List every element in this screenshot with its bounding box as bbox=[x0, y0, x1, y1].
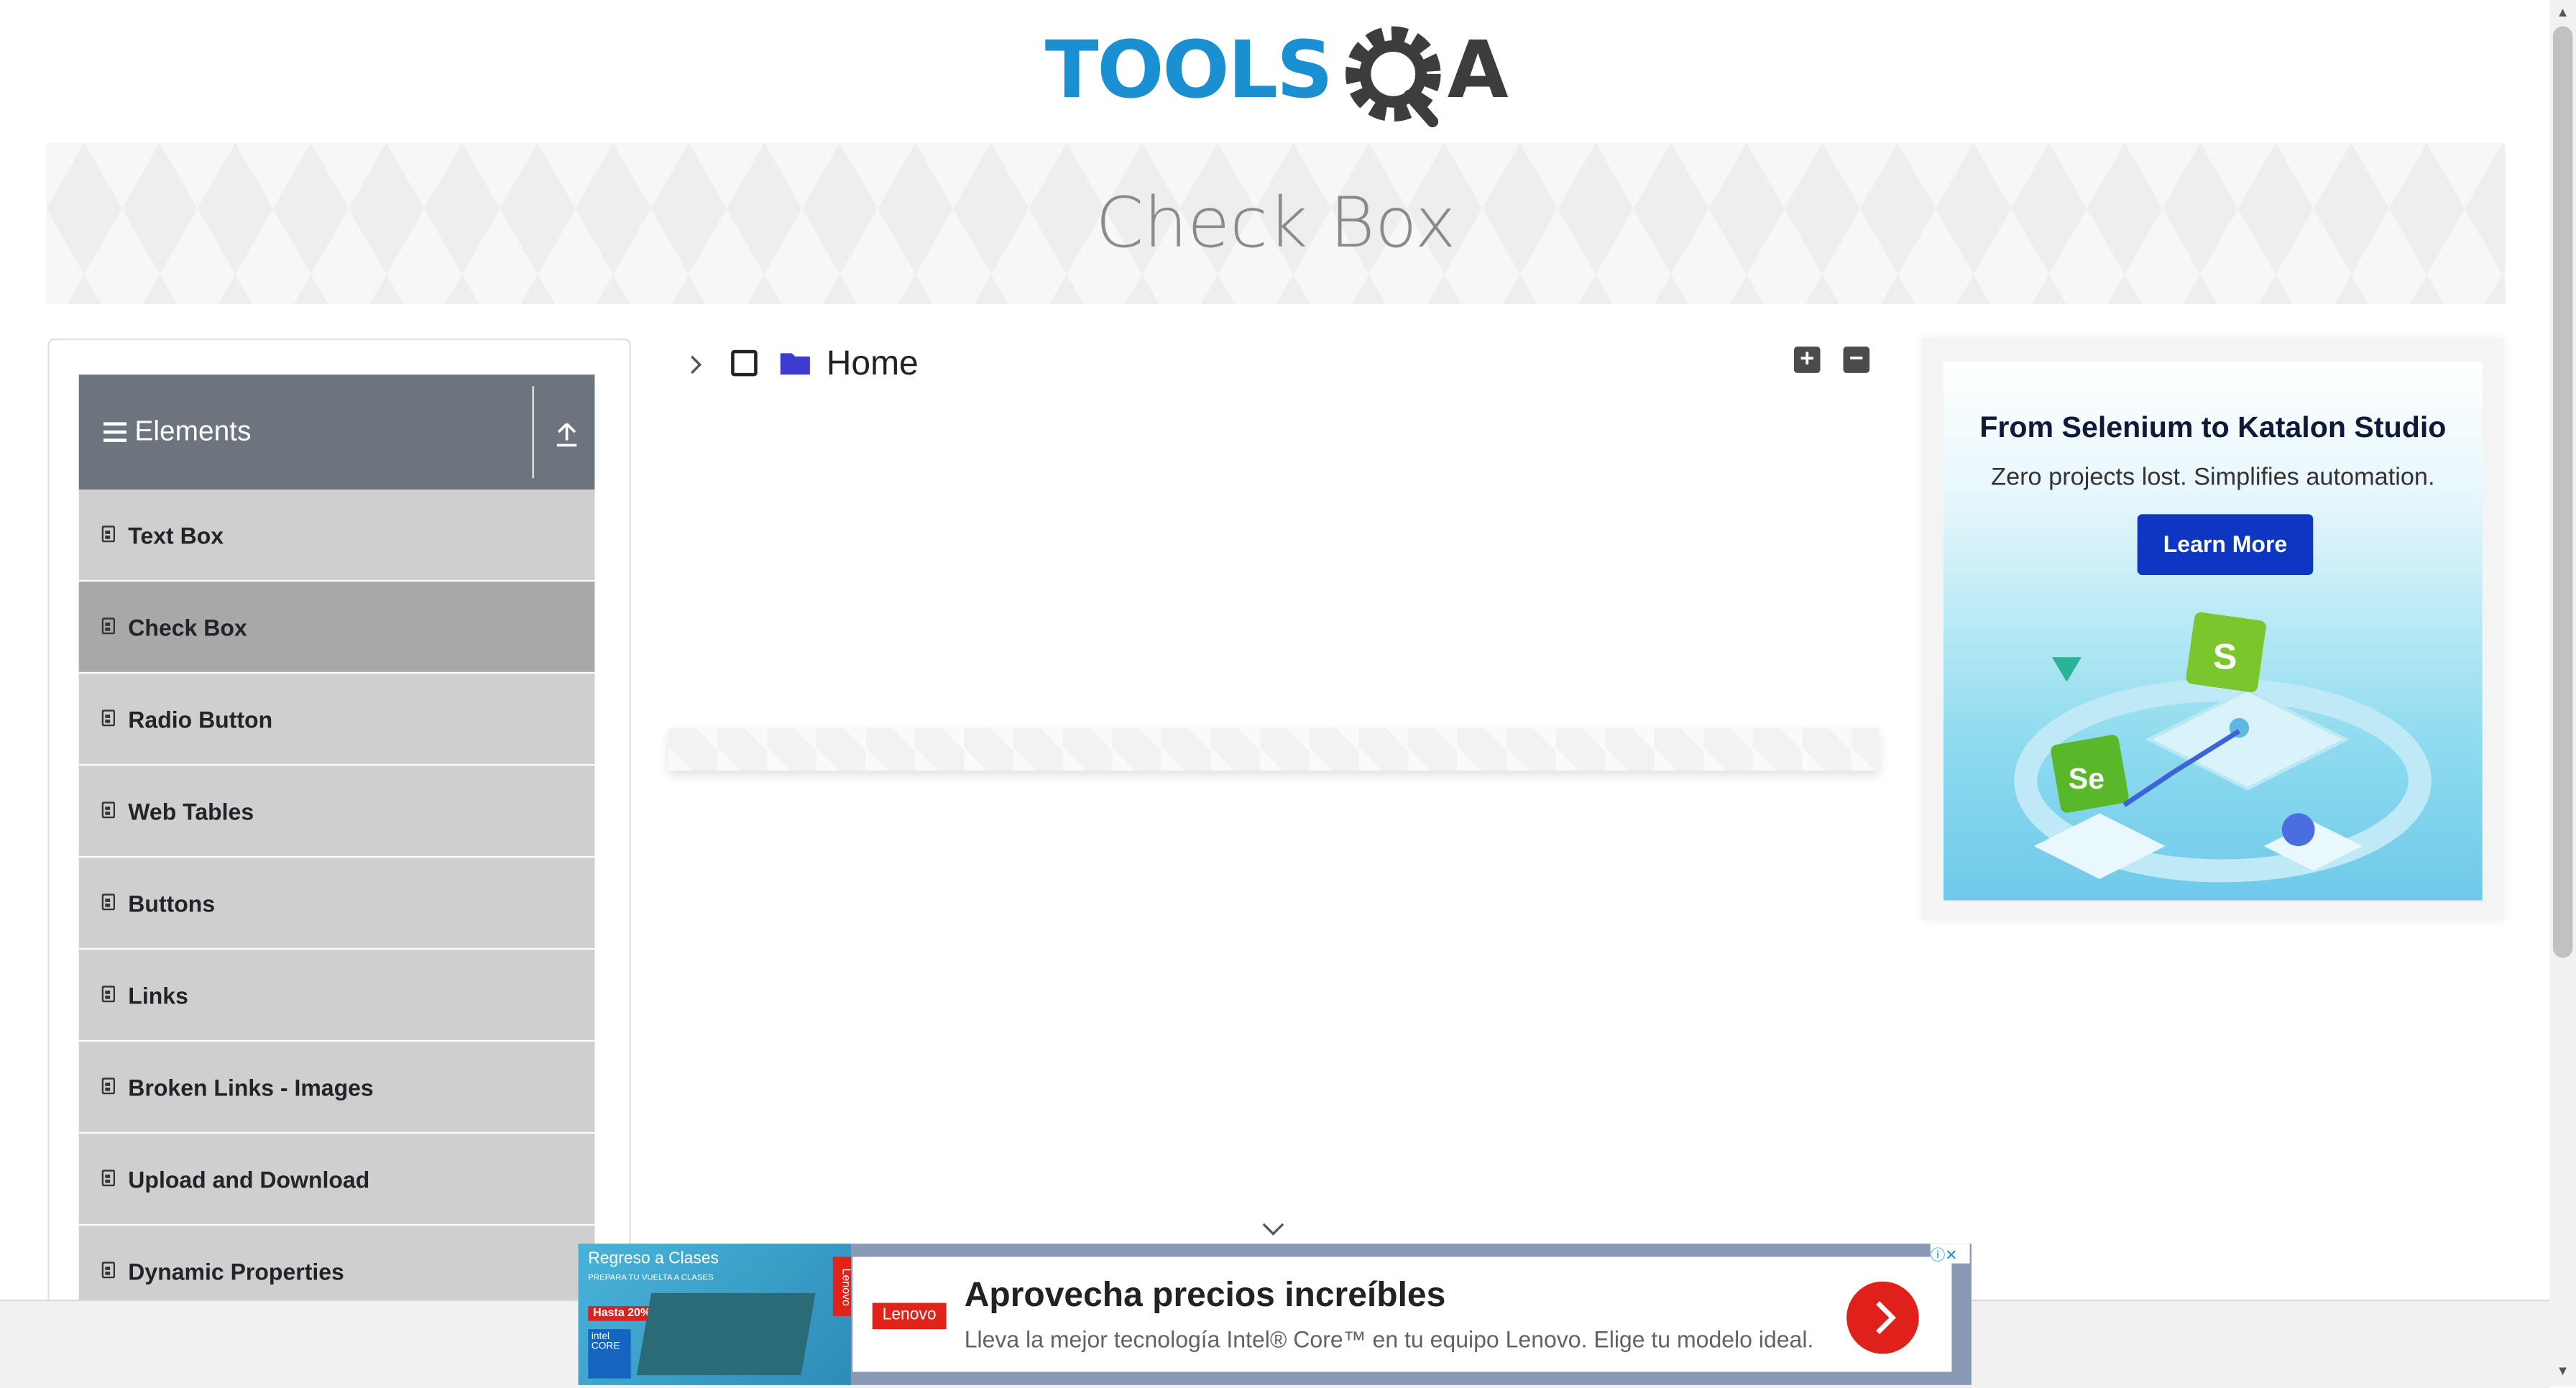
html-icon bbox=[101, 985, 115, 1003]
sidebar-item-web-tables[interactable]: Web Tables bbox=[78, 766, 595, 858]
learn-more-button[interactable]: Learn More bbox=[2137, 514, 2314, 575]
collapse-up-icon[interactable] bbox=[556, 420, 579, 447]
ad-illustration: S Se bbox=[2014, 612, 2432, 883]
sidebar-item-buttons[interactable]: Buttons bbox=[78, 858, 595, 950]
scroll-down-arrow-icon[interactable]: ▼ bbox=[2557, 1364, 2570, 1379]
sidebar-item-broken-links[interactable]: Broken Links - Images bbox=[78, 1042, 595, 1134]
html-icon bbox=[101, 1077, 115, 1095]
elements-group-header[interactable]: Elements bbox=[78, 374, 595, 490]
html-icon bbox=[101, 893, 115, 911]
promo-title: Regreso a Clases bbox=[588, 1250, 719, 1269]
sidebar-item-label: Dynamic Properties bbox=[128, 1258, 344, 1285]
expand-chevron-icon[interactable] bbox=[686, 353, 706, 376]
scrollbar-thumb[interactable] bbox=[2552, 26, 2573, 958]
html-icon bbox=[101, 617, 115, 635]
lenovo-side-tag: Lenovo bbox=[832, 1256, 851, 1316]
ad-main-panel: Lenovo Aprovecha precios increíbles Llev… bbox=[852, 1256, 1952, 1372]
sidebar-item-links[interactable]: Links bbox=[78, 950, 595, 1042]
logo-letter-a: A bbox=[1447, 24, 1509, 117]
side-ad: From Selenium to Katalon Studio Zero pro… bbox=[1922, 338, 2504, 920]
expand-all-button[interactable]: + bbox=[1793, 344, 1821, 373]
promo-subtitle: PREPARA TU VUELTA A CLASES bbox=[588, 1273, 714, 1284]
html-icon bbox=[101, 801, 115, 819]
side-ad-content[interactable]: From Selenium to Katalon Studio Zero pro… bbox=[1943, 361, 2483, 901]
ad-body: Lleva la mejor tecnología Intel® Core™ e… bbox=[964, 1325, 1814, 1353]
ad-info-close-icon[interactable]: ⓘ✕ bbox=[1930, 1244, 1970, 1264]
hamburger-icon bbox=[103, 422, 126, 442]
sidebar-item-radio-button[interactable]: Radio Button bbox=[78, 674, 595, 766]
sidebar-item-check-box[interactable]: Check Box bbox=[78, 582, 595, 674]
svg-text:Se: Se bbox=[2069, 762, 2104, 795]
ad-headline: Aprovecha precios increíbles bbox=[964, 1276, 1446, 1315]
intel-core-badge: intel CORE bbox=[588, 1329, 631, 1379]
gear-icon bbox=[1345, 26, 1441, 128]
sidebar-item-label: Text Box bbox=[128, 522, 224, 549]
sidebar-menu: Text Box Check Box Radio Button Web Tabl… bbox=[78, 490, 595, 1318]
collapse-all-button[interactable]: − bbox=[1843, 344, 1870, 373]
laptop-image bbox=[636, 1292, 816, 1376]
ad-go-arrow-icon[interactable] bbox=[1846, 1281, 1919, 1354]
group-title: Elements bbox=[134, 415, 252, 447]
sidebar-item-label: Buttons bbox=[128, 890, 216, 917]
plus-square-icon: + bbox=[1800, 344, 1815, 373]
ad-promo-image: Regreso a Clases PREPARA TU VUELTA A CLA… bbox=[578, 1244, 851, 1385]
header-divider bbox=[532, 386, 534, 479]
sidebar-item-label: Web Tables bbox=[128, 798, 254, 825]
sidebar-item-upload-download[interactable]: Upload and Download bbox=[78, 1134, 595, 1226]
tree-node-label[interactable]: Home bbox=[827, 345, 919, 385]
sidebar-item-label: Check Box bbox=[128, 614, 247, 641]
sidebar-item-text-box[interactable]: Text Box bbox=[78, 490, 595, 582]
lenovo-logo: Lenovo bbox=[872, 1302, 947, 1330]
ad-title: From Selenium to Katalon Studio bbox=[1979, 410, 2447, 444]
ad-collapse-chevron-icon[interactable] bbox=[1261, 1221, 1284, 1237]
left-panel: Elements Text Box Check Box Radio Button bbox=[47, 338, 631, 1359]
scroll-up-arrow-icon[interactable]: ▲ bbox=[2557, 5, 2570, 20]
result-placeholder-strip bbox=[668, 727, 1880, 771]
html-icon bbox=[101, 525, 115, 543]
page-title: Check Box bbox=[1095, 182, 1456, 263]
folder-icon bbox=[780, 353, 810, 375]
svg-text:S: S bbox=[2213, 635, 2237, 676]
html-icon bbox=[101, 1261, 115, 1279]
ad-subtitle: Zero projects lost. Simplifies automatio… bbox=[1991, 463, 2435, 492]
page-banner: Check Box bbox=[45, 142, 2506, 304]
page: TOOLS A Check Box Elements Text Box Chec… bbox=[0, 0, 2576, 1388]
sidebar-item-label: Links bbox=[128, 982, 188, 1009]
minus-square-icon: − bbox=[1849, 344, 1864, 373]
logo-text: TOOLS bbox=[1044, 24, 1333, 117]
sidebar-item-label: Upload and Download bbox=[128, 1166, 370, 1193]
html-icon bbox=[101, 709, 115, 727]
sidebar-item-label: Broken Links - Images bbox=[128, 1074, 374, 1101]
bottom-ad[interactable]: Regreso a Clases PREPARA TU VUELTA A CLA… bbox=[578, 1244, 1972, 1385]
html-icon bbox=[101, 1169, 115, 1187]
sidebar-item-label: Radio Button bbox=[128, 706, 273, 733]
toolsqa-logo[interactable]: TOOLS A bbox=[1045, 19, 1512, 134]
home-checkbox[interactable] bbox=[731, 349, 758, 377]
